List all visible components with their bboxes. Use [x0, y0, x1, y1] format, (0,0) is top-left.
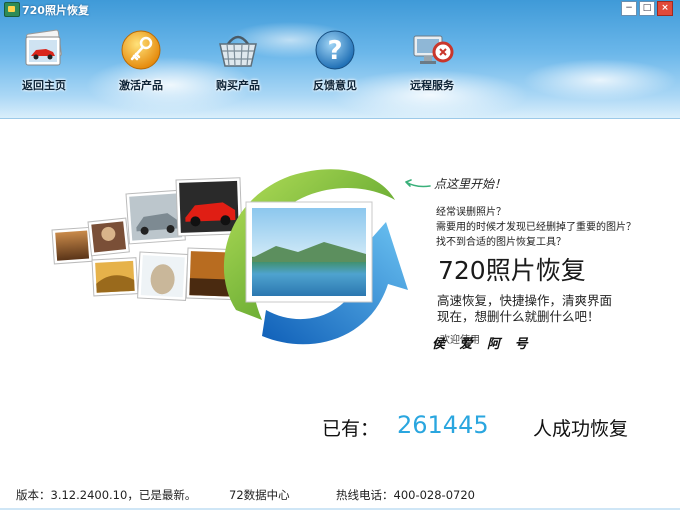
version-label: 版本：: [16, 488, 51, 502]
version-number: 3.12.2400.10: [50, 488, 128, 502]
status-footer: 版本：3.12.2400.10，已是最新。 72数据中心 热线电话：400-02…: [0, 484, 680, 508]
nav-remote-button[interactable]: 远程服务: [394, 28, 470, 93]
nav-buy-label: 购买产品: [216, 79, 260, 92]
nav-home-button[interactable]: 返回主页: [6, 28, 82, 93]
title-bar: 720照片恢复 − □ ×: [0, 0, 680, 18]
header-banner: 720照片恢复 − □ × 返回主页 激活产品 购买产品 ? 反馈意见 远程服务: [0, 0, 680, 119]
data-center-link[interactable]: 72数据中心: [229, 487, 290, 503]
photo-stack: [51, 177, 243, 301]
landscape-photo: [245, 201, 373, 303]
nav-feedback-label: 反馈意见: [313, 79, 357, 92]
maximize-button[interactable]: □: [639, 1, 655, 16]
version-status: ，已是最新。: [127, 488, 197, 502]
nav-feedback-button[interactable]: ? 反馈意见: [297, 28, 373, 93]
nav-activate-button[interactable]: 激活产品: [103, 28, 179, 93]
window-title: 720照片恢复: [22, 4, 89, 17]
photo-car-icon: [25, 29, 62, 66]
remote-service-icon: [413, 35, 454, 64]
svg-text:?: ?: [327, 36, 342, 66]
recovered-prefix: 已有：: [322, 418, 380, 440]
nav-home-label: 返回主页: [22, 79, 66, 92]
product-name: 720照片恢复: [438, 256, 586, 285]
recovered-suffix: 人成功恢复: [533, 418, 629, 440]
hero-illustration[interactable]: [40, 160, 420, 360]
hotline-info: 热线电话：400-028-0720: [336, 487, 475, 503]
close-button[interactable]: ×: [657, 1, 673, 16]
hero-line-3: 找不到合适的图片恢复工具？: [436, 237, 566, 248]
handwritten-signature: 侯 爱 阿 号: [432, 337, 533, 352]
basket-icon: [219, 35, 257, 67]
key-icon: [121, 30, 161, 70]
start-here-link[interactable]: 点这里开始！: [434, 175, 506, 192]
hero-line-2: 需要用的时候才发现已经删掉了重要的图片？: [436, 222, 636, 233]
hotline-label: 热线电话：: [336, 488, 394, 502]
version-info: 版本：3.12.2400.10，已是最新。: [16, 487, 196, 503]
hero-line-1: 经常误删照片？: [436, 207, 506, 218]
recovered-count: 261445: [397, 411, 489, 439]
hotline-number: 400-028-0720: [393, 488, 475, 502]
app-logo-icon: [4, 2, 20, 17]
slogan-line-2: 现在，想删什么就删什么吧！: [437, 309, 600, 324]
nav-remote-label: 远程服务: [410, 79, 454, 92]
nav-buy-button[interactable]: 购买产品: [200, 28, 276, 93]
nav-activate-label: 激活产品: [119, 79, 163, 92]
question-icon: ?: [315, 30, 355, 70]
start-hint-arrow-icon: [405, 179, 431, 188]
minimize-button[interactable]: −: [621, 1, 637, 16]
